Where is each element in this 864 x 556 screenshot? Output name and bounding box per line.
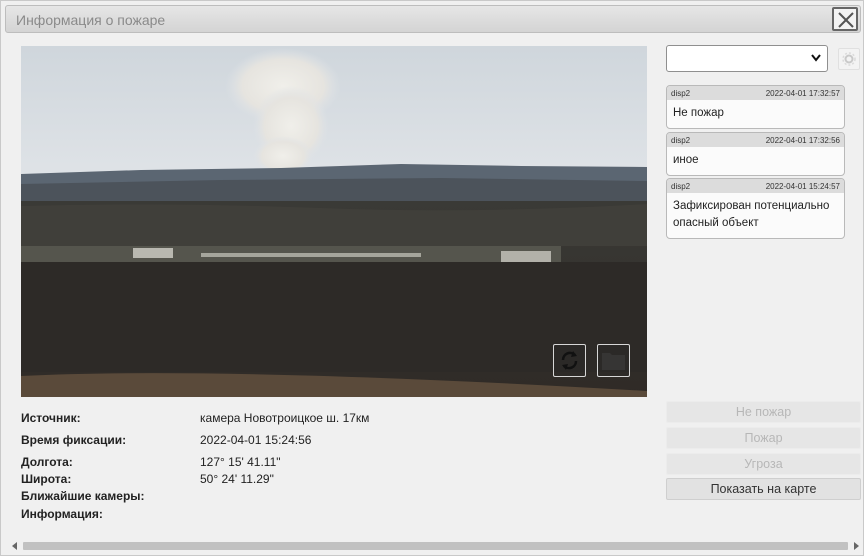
comment-user: disp2: [671, 89, 691, 98]
comment-item: disp2 2022-04-01 15:24:57 Зафиксирован п…: [666, 178, 845, 239]
fire-info-dialog: Информация о пожаре Источник: камера Нов…: [0, 0, 864, 556]
refresh-button[interactable]: [553, 344, 586, 377]
nearest-cameras-label: Ближайшие камеры:: [21, 489, 145, 503]
close-button[interactable]: [832, 7, 858, 31]
camera-image: [21, 46, 647, 397]
scroll-left-icon[interactable]: [11, 542, 19, 550]
comment-text: иное: [673, 154, 699, 166]
time-value: 2022-04-01 15:24:56: [200, 433, 312, 447]
dialog-title: Информация о пожаре: [16, 12, 166, 28]
close-icon: [838, 12, 854, 28]
time-label: Время фиксации:: [21, 433, 127, 447]
comment-header: disp2 2022-04-01 15:24:57: [667, 179, 844, 193]
comment-user: disp2: [671, 182, 691, 191]
threat-button[interactable]: Угроза: [666, 453, 861, 475]
horizontal-scrollbar[interactable]: [9, 540, 861, 552]
comment-user: disp2: [671, 136, 691, 145]
status-select[interactable]: [666, 45, 828, 72]
show-on-map-button[interactable]: Показать на карте: [666, 478, 861, 500]
dialog-titlebar[interactable]: Информация о пожаре: [5, 5, 861, 33]
comment-item: disp2 2022-04-01 17:32:56 иное: [666, 132, 845, 176]
comment-header: disp2 2022-04-01 17:32:56: [667, 133, 844, 147]
comment-time: 2022-04-01 15:24:57: [765, 182, 840, 191]
longitude-value: 127° 15' 41.11": [200, 455, 281, 469]
latitude-value: 50° 24' 11.29": [200, 472, 274, 486]
source-label: Источник:: [21, 411, 81, 425]
longitude-label: Долгота:: [21, 455, 73, 469]
gear-icon: [842, 52, 856, 66]
folder-icon: [602, 353, 625, 370]
comment-text: Зафиксирован потенциально опасный объект: [673, 200, 830, 229]
latitude-label: Широта:: [21, 472, 72, 486]
chevron-down-icon: [811, 54, 821, 62]
add-comment-button[interactable]: [838, 48, 860, 70]
source-value: камера Новотроицкое ш. 17км: [200, 411, 370, 425]
not-fire-button[interactable]: Не пожар: [666, 401, 861, 423]
comment-time: 2022-04-01 17:32:56: [765, 136, 840, 145]
information-label: Информация:: [21, 507, 103, 521]
comment-header: disp2 2022-04-01 17:32:57: [667, 86, 844, 100]
comment-item: disp2 2022-04-01 17:32:57 Не пожар: [666, 85, 845, 129]
comment-time: 2022-04-01 17:32:57: [765, 89, 840, 98]
folder-button[interactable]: [597, 344, 630, 377]
scroll-right-icon[interactable]: [852, 542, 860, 550]
fire-button[interactable]: Пожар: [666, 427, 861, 449]
refresh-icon: [561, 351, 578, 370]
comment-text: Не пожар: [673, 107, 724, 119]
scrollbar-thumb[interactable]: [23, 542, 848, 550]
